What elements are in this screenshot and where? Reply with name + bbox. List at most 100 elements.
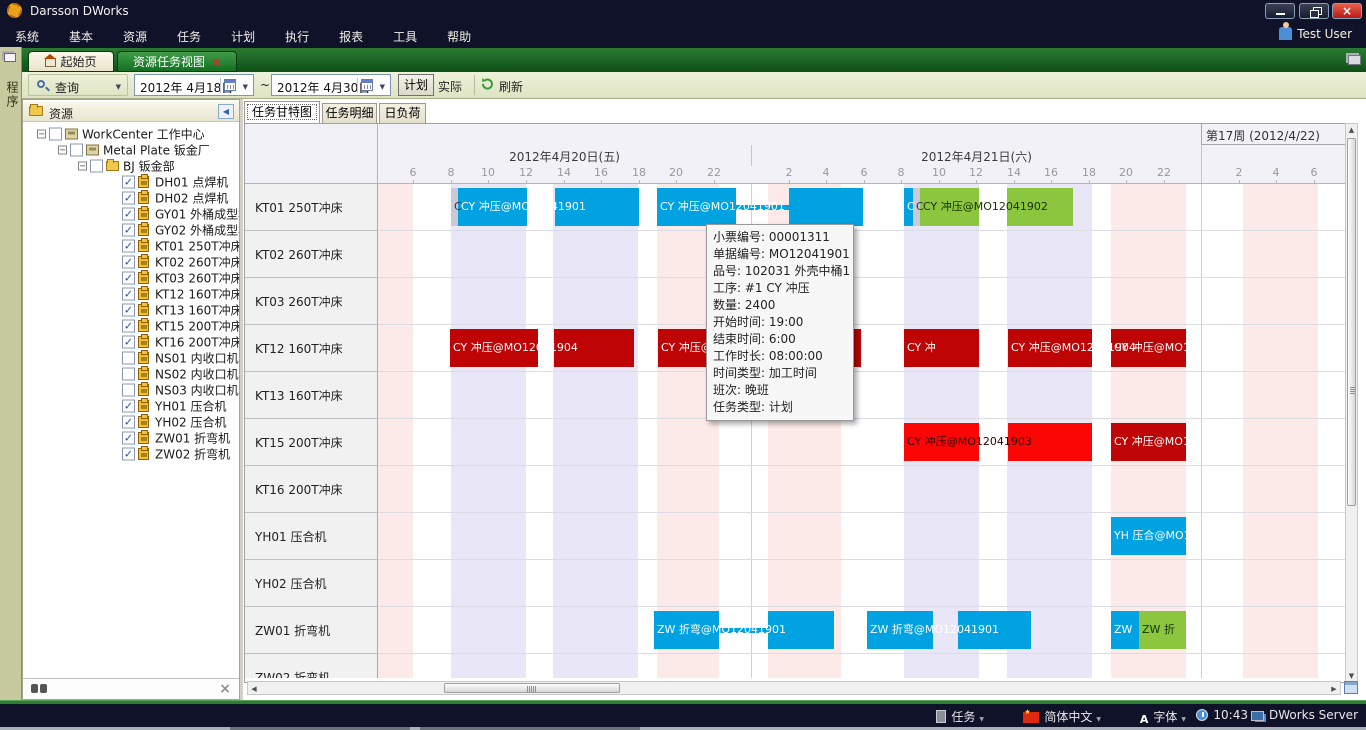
tree-node[interactable]: ✓KT13 160T冲床 bbox=[23, 302, 239, 318]
tree-node[interactable]: ✓YH01 压合机 bbox=[23, 398, 239, 414]
app-gear-icon bbox=[7, 3, 22, 18]
tree-node[interactable]: ✓ZW02 折弯机 bbox=[23, 446, 239, 462]
query-dropdown-arrow[interactable]: ▼ bbox=[116, 83, 121, 91]
actual-toggle-button[interactable]: 实际 bbox=[438, 78, 462, 95]
status-font-dropdown[interactable]: A字体▼ bbox=[1140, 708, 1186, 726]
status-task-dropdown[interactable]: 任务▼ bbox=[936, 708, 984, 725]
tree-node[interactable]: NS01 内收口机 bbox=[23, 350, 239, 366]
tree-checkbox[interactable]: ✓ bbox=[122, 208, 135, 221]
tree-node[interactable]: ✓DH02 点焊机 bbox=[23, 190, 239, 206]
date-range-tilde: ~ bbox=[260, 78, 270, 92]
tab-resource-task-view[interactable]: 资源任务视图× bbox=[117, 51, 237, 72]
menu-item[interactable]: 执行 bbox=[270, 22, 324, 48]
machine-icon bbox=[138, 304, 149, 316]
refresh-icon[interactable] bbox=[481, 77, 494, 90]
tree-checkbox[interactable]: ✓ bbox=[122, 240, 135, 253]
menu-item[interactable]: 任务 bbox=[162, 22, 216, 48]
tree-checkbox[interactable]: ✓ bbox=[122, 176, 135, 189]
tree-node[interactable]: ✓KT02 260T冲床 bbox=[23, 254, 239, 270]
window-list-icon[interactable] bbox=[1348, 55, 1361, 65]
tree-expander-icon[interactable]: − bbox=[58, 146, 67, 155]
tree-checkbox[interactable]: ✓ bbox=[122, 448, 135, 461]
menu-item[interactable]: 帮助 bbox=[432, 22, 486, 48]
restore-button[interactable] bbox=[1299, 3, 1329, 19]
collapse-panel-button[interactable]: ◀ bbox=[218, 104, 234, 119]
vertical-scroll-thumb[interactable] bbox=[1347, 138, 1356, 506]
row-separator bbox=[378, 559, 1346, 560]
tab-close-icon[interactable]: × bbox=[211, 55, 221, 69]
tree-node[interactable]: ✓KT01 250T冲床 bbox=[23, 238, 239, 254]
tree-checkbox[interactable]: ✓ bbox=[122, 224, 135, 237]
splitter-corner-icon[interactable] bbox=[1344, 681, 1358, 694]
refresh-label[interactable]: 刷新 bbox=[499, 78, 523, 95]
tab-home-page[interactable]: 起始页 bbox=[28, 51, 114, 72]
tree-expander-icon[interactable]: − bbox=[37, 130, 46, 139]
tree-node[interactable]: ✓DH01 点焊机 bbox=[23, 174, 239, 190]
tab-task-gantt[interactable]: 任务甘特图 bbox=[244, 101, 320, 123]
task-bar-label: CY 冲压@MO1 bbox=[1111, 423, 1190, 461]
tree-node[interactable]: −WorkCenter 工作中心 bbox=[23, 126, 239, 142]
menu-item[interactable]: 系统 bbox=[0, 22, 54, 48]
date-to-field[interactable]: 2012年 4月30日 ▼ bbox=[271, 74, 391, 96]
tree-node[interactable]: −BJ 钣金部 bbox=[23, 158, 239, 174]
tree-checkbox[interactable]: ✓ bbox=[122, 336, 135, 349]
tree-checkbox[interactable]: ✓ bbox=[122, 304, 135, 317]
tree-checkbox[interactable] bbox=[70, 144, 83, 157]
tree-checkbox[interactable]: ✓ bbox=[122, 192, 135, 205]
close-button[interactable]: × bbox=[1332, 3, 1362, 19]
gantt-header-corner bbox=[245, 124, 378, 184]
menu-item[interactable]: 基本 bbox=[54, 22, 108, 48]
menu-item[interactable]: 资源 bbox=[108, 22, 162, 48]
binoculars-icon[interactable] bbox=[31, 683, 47, 694]
tree-node[interactable]: ✓KT12 160T冲床 bbox=[23, 286, 239, 302]
tree-checkbox[interactable] bbox=[90, 160, 103, 173]
horizontal-scroll-thumb[interactable] bbox=[444, 683, 620, 693]
tree-checkbox[interactable]: ✓ bbox=[122, 432, 135, 445]
font-icon: A bbox=[1140, 713, 1149, 726]
vertical-scrollbar[interactable]: ▲ ▼ bbox=[1345, 123, 1358, 683]
scroll-down-icon[interactable]: ▼ bbox=[1346, 672, 1357, 680]
horizontal-scrollbar[interactable]: ◀ ▶ bbox=[247, 681, 1341, 695]
tree-node[interactable]: ✓GY02 外桶成型机 bbox=[23, 222, 239, 238]
tree-checkbox[interactable] bbox=[122, 352, 135, 365]
tree-checkbox[interactable]: ✓ bbox=[122, 256, 135, 269]
menu-item[interactable]: 报表 bbox=[324, 22, 378, 48]
minimize-button[interactable] bbox=[1265, 3, 1295, 19]
tree-checkbox[interactable]: ✓ bbox=[122, 400, 135, 413]
tab-daily-load[interactable]: 日负荷 bbox=[379, 103, 426, 123]
resource-row-label: ZW01 折弯机 bbox=[245, 607, 377, 654]
tree-node[interactable]: ✓KT16 200T冲床 bbox=[23, 334, 239, 350]
tree-node[interactable]: ✓GY01 外桶成型机 bbox=[23, 206, 239, 222]
tree-checkbox[interactable]: ✓ bbox=[122, 288, 135, 301]
scroll-up-icon[interactable]: ▲ bbox=[1346, 126, 1357, 134]
menu-item[interactable]: 计划 bbox=[216, 22, 270, 48]
scroll-left-icon[interactable]: ◀ bbox=[250, 685, 258, 693]
tree-expander-icon[interactable]: − bbox=[78, 162, 87, 171]
plan-toggle-button[interactable]: 计划 bbox=[398, 74, 434, 96]
tree-node[interactable]: −Metal Plate 钣金厂 bbox=[23, 142, 239, 158]
panel-close-icon[interactable]: × bbox=[219, 681, 231, 697]
tab-task-detail[interactable]: 任务明细 bbox=[322, 103, 377, 123]
hour-tick-label: 18 bbox=[1082, 166, 1096, 179]
query-split-button[interactable]: 查询 ▼ bbox=[28, 74, 128, 96]
menu-item[interactable]: 工具 bbox=[378, 22, 432, 48]
tree-checkbox[interactable]: ✓ bbox=[122, 320, 135, 333]
tree-node[interactable]: NS02 内收口机 bbox=[23, 366, 239, 382]
task-bar[interactable] bbox=[789, 188, 863, 226]
tree-node[interactable]: ✓KT03 260T冲床 bbox=[23, 270, 239, 286]
tree-checkbox[interactable]: ✓ bbox=[122, 272, 135, 285]
tree-node[interactable]: ✓KT15 200T冲床 bbox=[23, 318, 239, 334]
side-strip[interactable]: 程序 bbox=[0, 47, 22, 700]
tree-node[interactable]: ✓ZW01 折弯机 bbox=[23, 430, 239, 446]
date-to-picker[interactable]: ▼ bbox=[357, 78, 387, 93]
scroll-right-icon[interactable]: ▶ bbox=[1330, 685, 1338, 693]
status-language-dropdown[interactable]: 简体中文▼ bbox=[1023, 708, 1101, 725]
tree-checkbox[interactable] bbox=[49, 128, 62, 141]
tree-checkbox[interactable] bbox=[122, 384, 135, 397]
tree-checkbox[interactable]: ✓ bbox=[122, 416, 135, 429]
date-from-picker[interactable]: ▼ bbox=[220, 78, 250, 93]
tree-node[interactable]: NS03 内收口机 bbox=[23, 382, 239, 398]
tree-checkbox[interactable] bbox=[122, 368, 135, 381]
date-from-field[interactable]: 2012年 4月18日 ▼ bbox=[134, 74, 254, 96]
tree-node[interactable]: ✓YH02 压合机 bbox=[23, 414, 239, 430]
